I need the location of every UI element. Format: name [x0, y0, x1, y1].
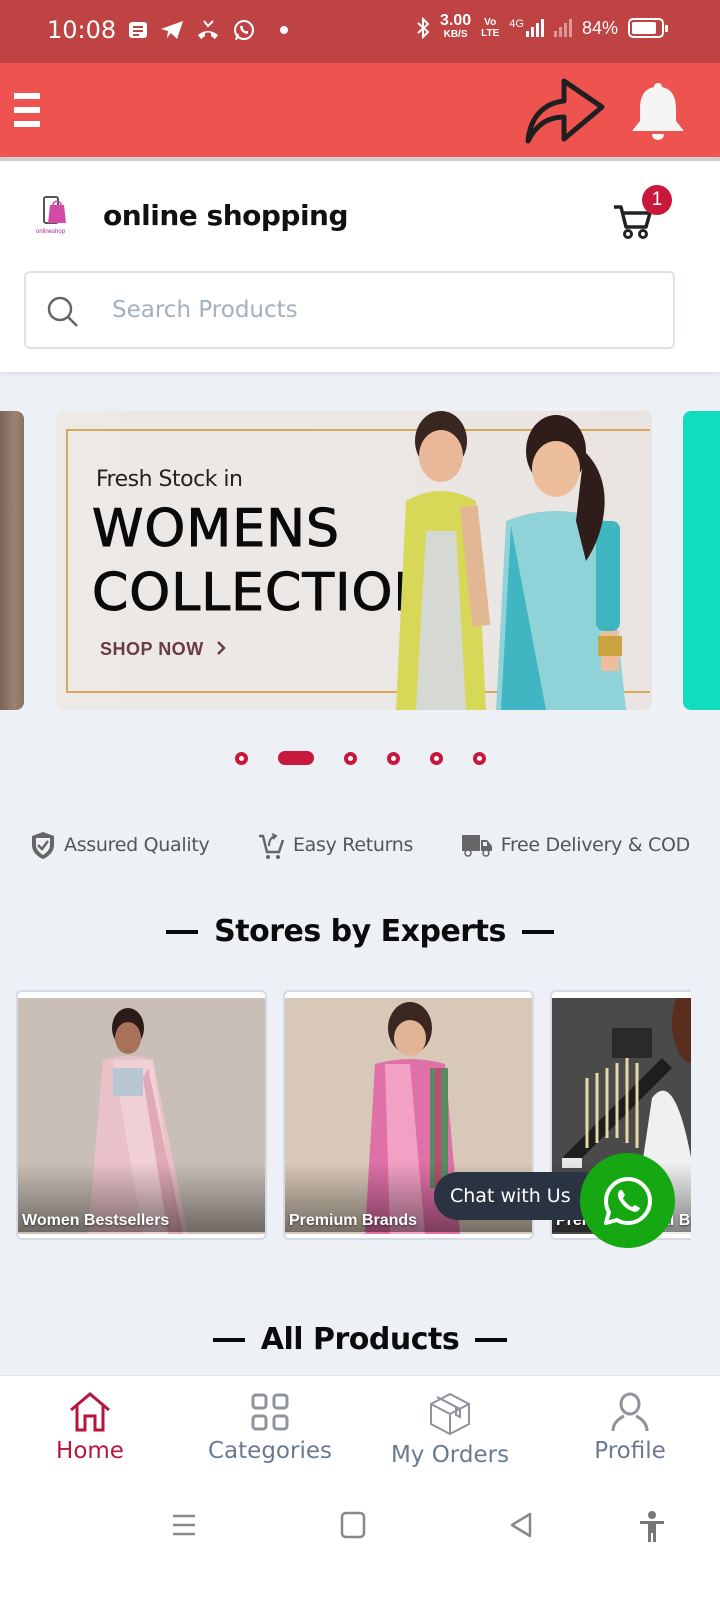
dot-icon: [280, 26, 288, 34]
search-icon: [47, 296, 78, 327]
bottom-nav: Home Categories My Orders Profile: [0, 1375, 720, 1487]
carousel-indicator: [0, 751, 720, 765]
shield-check-icon: [32, 832, 54, 859]
back-icon[interactable]: [508, 1511, 534, 1539]
accessibility-icon[interactable]: [638, 1511, 666, 1543]
cart-return-icon: [258, 833, 285, 859]
notification-icons: [128, 18, 292, 42]
shop-now-button[interactable]: SHOP NOW: [100, 639, 227, 660]
banner-models-image: [396, 411, 626, 710]
nav-categories[interactable]: Categories: [180, 1376, 360, 1487]
telegram-icon: [161, 21, 183, 39]
grid-icon: [251, 1393, 289, 1431]
carousel-dot[interactable]: [234, 751, 248, 765]
nav-home[interactable]: Home: [0, 1376, 180, 1487]
brand-title: online shopping: [103, 199, 349, 232]
chat-with-us-button[interactable]: Chat with Us: [434, 1172, 604, 1220]
battery-icon: [628, 18, 668, 38]
store-label: Women Bestsellers: [22, 1212, 170, 1229]
title-dash: [166, 929, 199, 934]
app-bar: [0, 63, 720, 157]
hamburger-menu-icon[interactable]: [14, 93, 40, 127]
cart-button[interactable]: 1: [612, 185, 672, 245]
carousel-dot[interactable]: [343, 751, 357, 765]
carousel-dot[interactable]: [429, 751, 443, 765]
whatsapp-chat-button[interactable]: [580, 1153, 675, 1248]
signal-sim2-icon: [553, 19, 572, 37]
user-icon: [611, 1392, 649, 1432]
shop-logo-icon[interactable]: onlineshop: [34, 195, 76, 235]
status-right-icons: 3.00 KB/S Vo LTE 4G 84%: [416, 12, 668, 42]
whatsapp-icon: [603, 1176, 652, 1225]
chevron-right-icon: [217, 641, 226, 655]
message-icon: [129, 22, 147, 38]
recents-icon[interactable]: [170, 1511, 198, 1539]
carousel-dot[interactable]: [472, 751, 486, 765]
title-dash: [212, 1337, 245, 1342]
banner-carousel[interactable]: Fresh Stock in WOMENS COLLECTION SHOP NO…: [0, 411, 720, 710]
banner-title: WOMENS COLLECTION: [91, 499, 434, 624]
home-square-icon[interactable]: [340, 1511, 366, 1539]
search-input[interactable]: [112, 291, 652, 329]
home-icon: [70, 1392, 110, 1432]
box-icon: [430, 1392, 470, 1436]
search-bar[interactable]: [24, 271, 675, 349]
net-speed: 3.00 KB/S: [439, 12, 472, 41]
banner-slide-previous[interactable]: [0, 411, 24, 710]
bluetooth-icon: [417, 17, 430, 39]
whatsapp-icon: [234, 20, 254, 41]
logo-text: onlineshop: [36, 229, 66, 235]
feature-assured-quality: Assured Quality: [30, 830, 210, 860]
system-nav-bar: [0, 1487, 720, 1600]
carousel-dot[interactable]: [386, 751, 400, 765]
delivery-truck-icon: [461, 835, 492, 857]
title-dash: [475, 1337, 508, 1342]
title-dash: [521, 929, 554, 934]
store-label: Premium Brands: [289, 1212, 418, 1229]
missed-call-icon: [198, 20, 218, 39]
battery-percent: 84%: [581, 17, 618, 38]
volte-indicator: Vo LTE: [481, 17, 500, 39]
all-products-section-title: All Products: [0, 1322, 720, 1357]
stores-section-title: Stores by Experts: [0, 914, 720, 949]
share-arrow-icon[interactable]: [524, 77, 608, 145]
signal-4g-icon: 4G: [509, 19, 544, 37]
status-bar: 10:08 3.00 KB/S Vo LTE 4G 84%: [0, 0, 720, 63]
cart-count-badge: 1: [642, 185, 672, 215]
status-time: 10:08: [47, 16, 117, 44]
feature-free-delivery: Free Delivery & COD: [461, 832, 690, 858]
store-card-women-bestsellers[interactable]: Women Bestsellers: [16, 990, 267, 1240]
banner-slide-active[interactable]: Fresh Stock in WOMENS COLLECTION SHOP NO…: [56, 411, 652, 710]
banner-slide-next[interactable]: [683, 411, 720, 710]
nav-my-orders[interactable]: My Orders: [360, 1376, 540, 1487]
notification-bell-icon[interactable]: [630, 81, 686, 141]
header: onlineshop online shopping 1: [0, 161, 720, 372]
features-row: Assured Quality Easy Returns Free Delive…: [30, 830, 690, 860]
nav-profile[interactable]: Profile: [540, 1376, 720, 1487]
banner-subtitle: Fresh Stock in: [96, 467, 243, 492]
feature-easy-returns: Easy Returns: [257, 830, 413, 860]
carousel-dot-active[interactable]: [277, 751, 314, 765]
